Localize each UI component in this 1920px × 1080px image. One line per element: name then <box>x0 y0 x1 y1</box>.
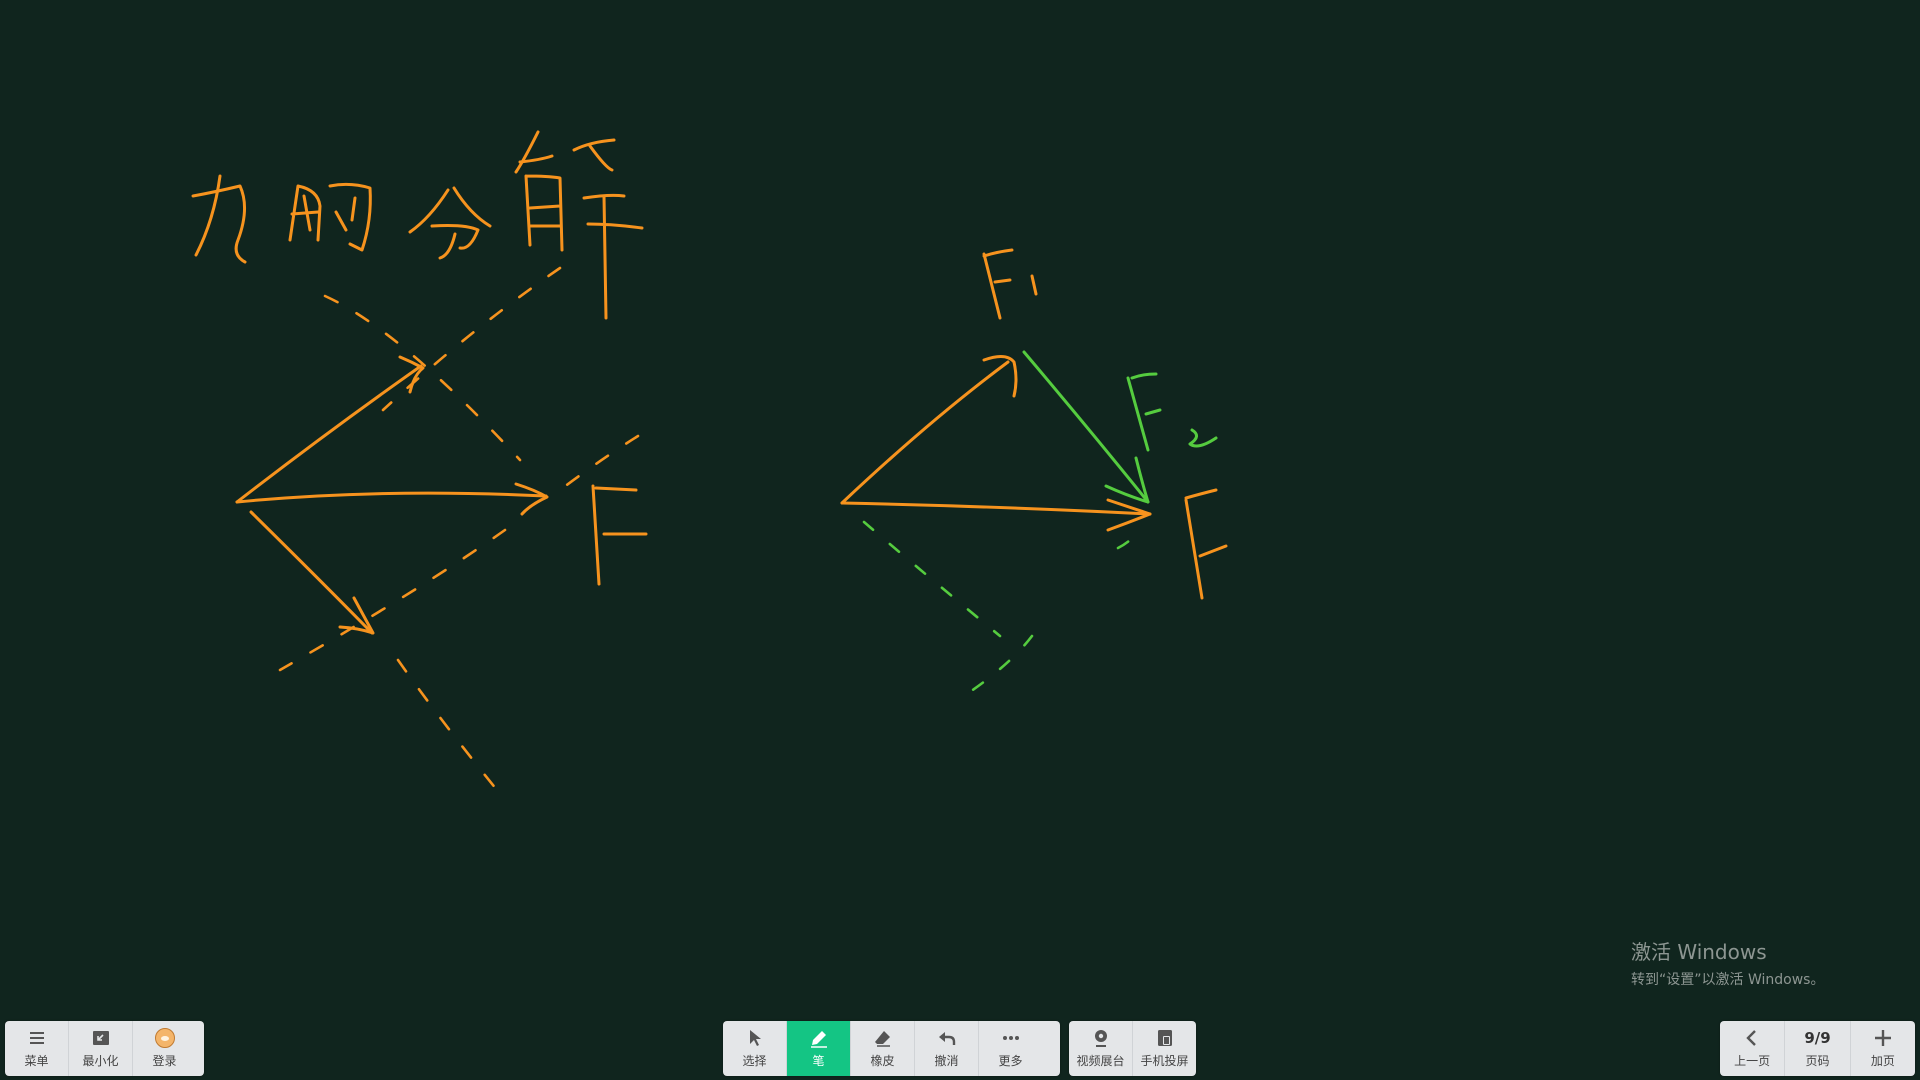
undo-button[interactable]: 撤消 <box>915 1021 979 1076</box>
watermark-subtitle: 转到“设置”以激活 Windows。 <box>1631 972 1825 988</box>
camera-icon <box>1094 1030 1107 1047</box>
force-diagram-left <box>235 266 648 802</box>
select-label: 选择 <box>742 1054 767 1068</box>
eraser-tool-button[interactable]: 橡皮 <box>851 1021 915 1076</box>
video-booth-label: 视频展台 <box>1076 1054 1125 1068</box>
more-button[interactable]: 更多 <box>979 1021 1042 1076</box>
menu-button[interactable]: 菜单 <box>5 1021 69 1076</box>
minimize-icon <box>92 1031 109 1045</box>
phone-cast-label: 手机投屏 <box>1140 1054 1189 1068</box>
toolbar-media: 视频展台 手机投屏 <box>1069 1021 1196 1076</box>
more-label: 更多 <box>998 1054 1023 1068</box>
windows-activation-watermark: 激活 Windows 转到“设置”以激活 Windows。 <box>1631 936 1824 989</box>
menu-icon <box>29 1032 44 1044</box>
toolbar-center: 选择 笔 橡皮 撤消 更多 <box>723 1021 1060 1076</box>
minimize-label: 最小化 <box>82 1054 119 1068</box>
login-button[interactable]: 登录 <box>133 1021 196 1076</box>
add-page-button[interactable]: 加页 <box>1851 1021 1915 1076</box>
minimize-button[interactable]: 最小化 <box>69 1021 133 1076</box>
cursor-icon <box>749 1030 761 1046</box>
page-number-label: 页码 <box>1805 1054 1830 1068</box>
avatar-icon <box>154 1028 175 1048</box>
prev-page-label: 上一页 <box>1734 1054 1771 1068</box>
watermark-title: 激活 Windows <box>1631 940 1767 964</box>
phone-cast-icon <box>1157 1030 1172 1046</box>
eraser-label: 橡皮 <box>870 1054 895 1068</box>
chevron-left-icon <box>1746 1030 1757 1046</box>
undo-icon <box>938 1032 955 1045</box>
login-label: 登录 <box>152 1054 177 1068</box>
force-diagram-right <box>840 248 1228 698</box>
video-booth-button[interactable]: 视频展台 <box>1069 1021 1133 1076</box>
toolbar-right: 上一页 9/9 页码 加页 <box>1720 1021 1915 1076</box>
more-icon <box>1002 1036 1019 1040</box>
add-page-label: 加页 <box>1870 1054 1895 1068</box>
phone-cast-button[interactable]: 手机投屏 <box>1133 1021 1196 1076</box>
pen-label: 笔 <box>812 1054 825 1068</box>
pen-tool-button[interactable]: 笔 <box>787 1021 851 1076</box>
toolbar-left: 菜单 最小化 登录 <box>5 1021 204 1076</box>
page-number-button[interactable]: 9/9 页码 <box>1785 1021 1851 1076</box>
page-number-value: 9/9 <box>1804 1029 1831 1047</box>
undo-label: 撤消 <box>934 1054 959 1068</box>
whiteboard-canvas[interactable] <box>0 0 1920 1080</box>
menu-label: 菜单 <box>24 1054 49 1068</box>
handwritten-title <box>191 130 644 320</box>
pen-icon <box>810 1031 827 1048</box>
select-tool-button[interactable]: 选择 <box>723 1021 787 1076</box>
plus-icon <box>1874 1030 1891 1046</box>
prev-page-button[interactable]: 上一页 <box>1720 1021 1786 1076</box>
eraser-icon <box>874 1031 890 1047</box>
